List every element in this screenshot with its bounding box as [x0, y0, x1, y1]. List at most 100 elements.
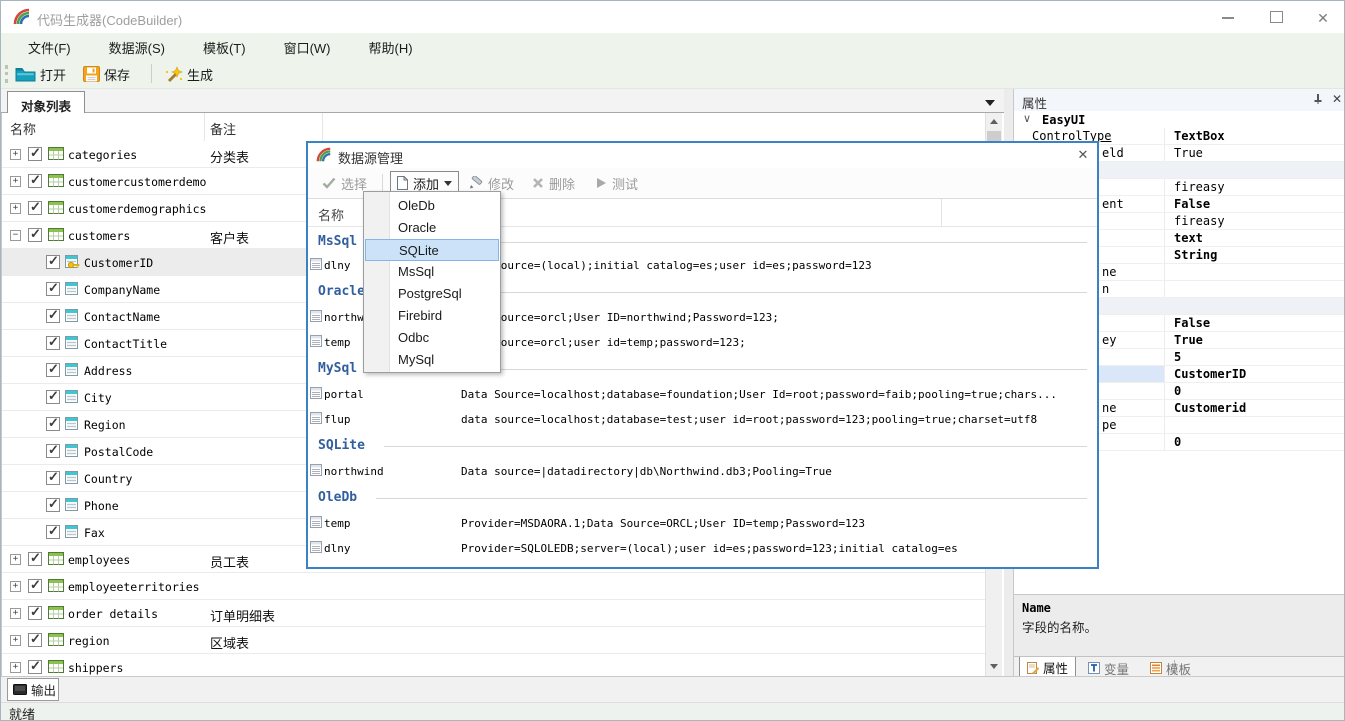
- checkbox[interactable]: ✓: [46, 471, 60, 485]
- menu-item-odbc[interactable]: Odbc: [365, 327, 499, 349]
- expand-plus-icon[interactable]: +: [10, 554, 21, 565]
- toolbar-button-open[interactable]: 打开: [11, 62, 70, 86]
- datasource-row[interactable]: northwindData source=|datadirectory|db\N…: [308, 459, 1097, 484]
- checkbox[interactable]: ✓: [46, 498, 60, 512]
- datasource-icon: [310, 464, 322, 476]
- checkbox[interactable]: ✓: [28, 228, 42, 242]
- property-value: CustomerID: [1164, 366, 1345, 382]
- datasource-group: OleDb: [308, 484, 1097, 511]
- properties-close-icon[interactable]: ✕: [1332, 92, 1342, 106]
- datasource-row[interactable]: dlnyProvider=SQLOLEDB;server=(local);use…: [308, 536, 1097, 561]
- tab-output[interactable]: 输出: [7, 678, 59, 701]
- checkmark-icon: ✓: [48, 523, 59, 539]
- tpl-tab-icon: [1150, 662, 1162, 674]
- column-icon: [65, 498, 78, 511]
- column-icon: [65, 363, 78, 376]
- tabstrip-dropdown-icon[interactable]: [981, 96, 999, 110]
- checkbox[interactable]: ✓: [28, 660, 42, 674]
- property-value: fireasy: [1164, 179, 1345, 195]
- checkmark-icon: ✓: [30, 577, 41, 593]
- checkbox[interactable]: ✓: [28, 633, 42, 647]
- toolbar-button-label: 打开: [40, 65, 66, 84]
- menu-item-oledb[interactable]: OleDb: [365, 195, 499, 217]
- expand-plus-icon[interactable]: +: [10, 203, 21, 214]
- datasource-group: SQLite: [308, 432, 1097, 459]
- menu-item-firebird[interactable]: Firebird: [365, 305, 499, 327]
- menu-item-mssql[interactable]: MsSql: [365, 261, 499, 283]
- property-group-easyui[interactable]: ∨ EasyUI: [1014, 111, 1345, 129]
- tree-item-name: categories: [68, 148, 137, 162]
- checkmark-icon: ✓: [30, 631, 41, 647]
- checkmark-icon: ✓: [30, 172, 41, 188]
- checkbox[interactable]: ✓: [28, 579, 42, 593]
- tree-item-name: City: [84, 391, 112, 405]
- chevron-down-icon[interactable]: ∨: [1023, 112, 1031, 125]
- expand-plus-icon[interactable]: +: [10, 635, 21, 646]
- expand-plus-icon[interactable]: +: [10, 662, 21, 673]
- collapse-minus-icon[interactable]: −: [10, 230, 21, 241]
- tree-row[interactable]: +✓shippers: [2, 654, 985, 676]
- scroll-down-icon[interactable]: [986, 658, 1002, 675]
- tab-label: 变量: [1104, 659, 1129, 678]
- menu-item-window[interactable]: 窗口(W): [269, 33, 346, 59]
- menu-item-oracle[interactable]: Oracle: [365, 217, 499, 239]
- expand-plus-icon[interactable]: +: [10, 608, 21, 619]
- menu-item-template[interactable]: 模板(T): [188, 33, 261, 59]
- checkmark-icon: ✓: [30, 550, 41, 566]
- tree-row[interactable]: +✓order details订单明细表: [2, 600, 985, 627]
- datasource-connection: Provider=MSDAORA.1;Data Source=ORCL;User…: [461, 517, 865, 530]
- expand-plus-icon[interactable]: +: [10, 149, 21, 160]
- checkbox[interactable]: ✓: [46, 336, 60, 350]
- checkbox[interactable]: ✓: [28, 174, 42, 188]
- checkmark-icon: ✓: [48, 280, 59, 296]
- property-value: text: [1164, 230, 1345, 246]
- datasource-row[interactable]: tempProvider=MSDAORA.1;Data Source=ORCL;…: [308, 511, 1097, 536]
- close-button[interactable]: ✕: [1306, 7, 1340, 29]
- checkbox[interactable]: ✓: [46, 282, 60, 296]
- status-text: 就绪: [9, 704, 35, 721]
- property-value: 5: [1164, 349, 1345, 365]
- menu-item-mysql[interactable]: MySql: [365, 349, 499, 371]
- checkbox[interactable]: ✓: [46, 525, 60, 539]
- tree-row[interactable]: +✓region区域表: [2, 627, 985, 654]
- checkmark-icon: ✓: [48, 388, 59, 404]
- expand-plus-icon[interactable]: +: [10, 176, 21, 187]
- toolbar-button-generate[interactable]: 生成: [161, 62, 217, 86]
- table-icon: [48, 606, 64, 619]
- property-value: TextBox: [1164, 128, 1345, 144]
- menu-item-file[interactable]: 文件(F): [13, 33, 86, 59]
- menu-item-datasource[interactable]: 数据源(S): [94, 33, 180, 59]
- checkmark-icon: ✓: [48, 442, 59, 458]
- checkbox[interactable]: ✓: [28, 147, 42, 161]
- maximize-button[interactable]: [1259, 7, 1293, 29]
- checkmark-icon: ✓: [48, 253, 59, 269]
- tab-object-list[interactable]: 对象列表: [7, 91, 85, 113]
- datasource-row[interactable]: portalData Source=localhost;database=fou…: [308, 382, 1097, 407]
- datasource-row[interactable]: flupdata source=localhost;database=test;…: [308, 407, 1097, 432]
- checkbox[interactable]: ✓: [28, 606, 42, 620]
- table-icon: [48, 633, 64, 646]
- checkbox[interactable]: ✓: [28, 552, 42, 566]
- menu-item-postgresql[interactable]: PostgreSql: [365, 283, 499, 305]
- tree-header: 名称 备注: [2, 113, 985, 142]
- property-group-label: EasyUI: [1042, 113, 1085, 127]
- checkbox[interactable]: ✓: [46, 444, 60, 458]
- checkbox[interactable]: ✓: [46, 390, 60, 404]
- scroll-up-icon[interactable]: [986, 113, 1002, 130]
- pin-icon[interactable]: [1312, 93, 1326, 107]
- expand-plus-icon[interactable]: +: [10, 581, 21, 592]
- checkbox[interactable]: ✓: [46, 417, 60, 431]
- checkbox[interactable]: ✓: [46, 309, 60, 323]
- minimize-button[interactable]: [1211, 7, 1245, 29]
- description-text: 字段的名称。: [1022, 617, 1097, 636]
- menu-item-sqlite[interactable]: SQLite: [365, 239, 499, 261]
- menu-item-help[interactable]: 帮助(H): [354, 33, 428, 59]
- tree-item-name: Region: [84, 418, 126, 432]
- checkbox[interactable]: ✓: [28, 201, 42, 215]
- toolbar-button-save[interactable]: 保存: [79, 62, 134, 86]
- tree-row[interactable]: +✓employeeterritories: [2, 573, 985, 600]
- checkbox[interactable]: ✓: [46, 363, 60, 377]
- checkbox[interactable]: ✓: [46, 255, 60, 269]
- property-value: True: [1164, 145, 1345, 161]
- var-tab-icon: [1088, 662, 1100, 674]
